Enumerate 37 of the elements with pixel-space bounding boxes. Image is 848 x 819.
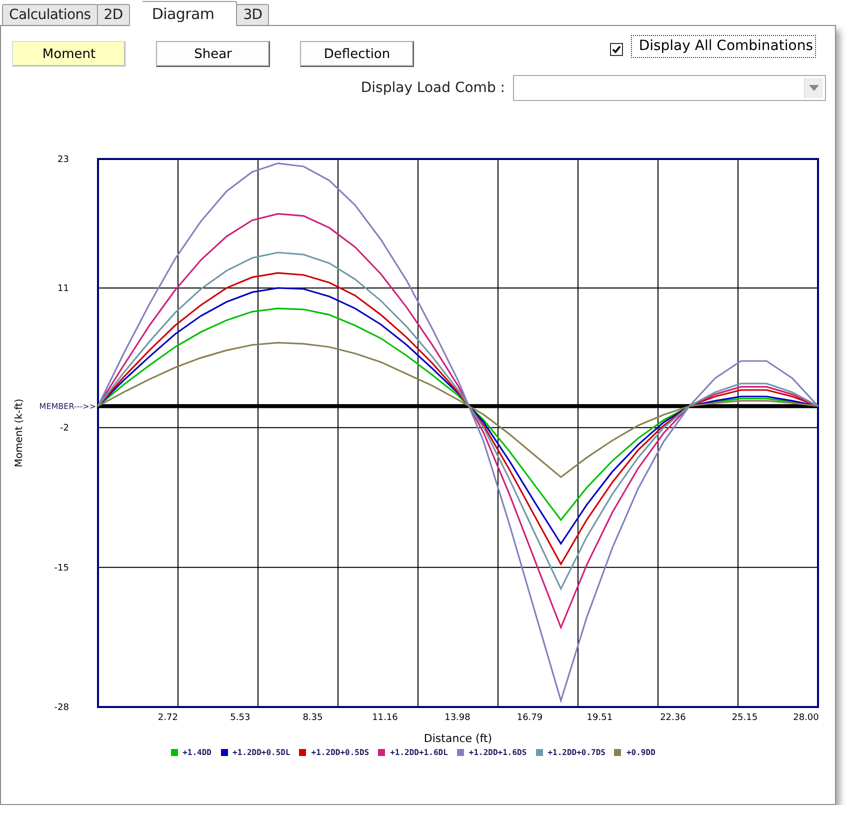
legend-label: +1.2DD+1.6DS: [468, 748, 527, 757]
axis-tick-label: 22.36: [660, 713, 686, 723]
axis-tick-label: 5.53: [230, 713, 250, 723]
axis-tick-label: 8.35: [302, 713, 323, 723]
y-axis-title: Moment (k-ft): [14, 398, 25, 468]
tab[interactable]: 3D: [236, 4, 270, 25]
field-label: Display Load Comb :: [360, 80, 505, 96]
tab[interactable]: Calculations: [2, 4, 98, 25]
member-label: MEMBER--->>: [39, 402, 96, 412]
legend-label: +1.2DD+1.6DL: [390, 748, 448, 757]
tab[interactable]: Diagram: [128, 1, 238, 26]
tab[interactable]: 2D: [96, 4, 130, 25]
x-axis-title: Distance (ft): [424, 732, 492, 745]
axis-tick-label: 11.16: [372, 713, 398, 723]
dropdown-field[interactable]: [513, 75, 826, 101]
axis-tick-label: 2.72: [158, 713, 178, 723]
axis-tick-label: 25.15: [732, 713, 758, 723]
axis-tick-label: 23: [58, 155, 69, 165]
legend-label: +1.2DD+0.5DS: [311, 748, 370, 757]
checkbox-label[interactable]: Display All Combinations: [630, 35, 816, 58]
axis-tick-label: 11: [58, 284, 69, 294]
legend-label: +1.4DD: [182, 748, 212, 757]
legend-label: +0.9DD: [626, 748, 656, 757]
legend-label: +1.2DD+0.7DS: [548, 748, 606, 757]
axis-tick-label: 13.98: [444, 713, 470, 723]
axis-tick-label: 28.00: [793, 713, 819, 723]
axis-tick-label: -15: [54, 563, 69, 574]
view-button[interactable]: Moment: [12, 41, 126, 67]
axis-tick-label: -28: [54, 703, 69, 713]
dropdown-arrow-icon: [809, 85, 819, 91]
axis-tick-label: -2: [60, 424, 69, 434]
view-button[interactable]: Shear: [156, 41, 270, 67]
checkbox[interactable]: [610, 43, 623, 56]
axis-tick-label: 16.79: [516, 713, 543, 723]
legend-label: +1.2DD+0.5DL: [232, 748, 290, 757]
view-button[interactable]: Deflection: [300, 41, 414, 67]
axis-tick-label: 19.51: [586, 713, 613, 723]
